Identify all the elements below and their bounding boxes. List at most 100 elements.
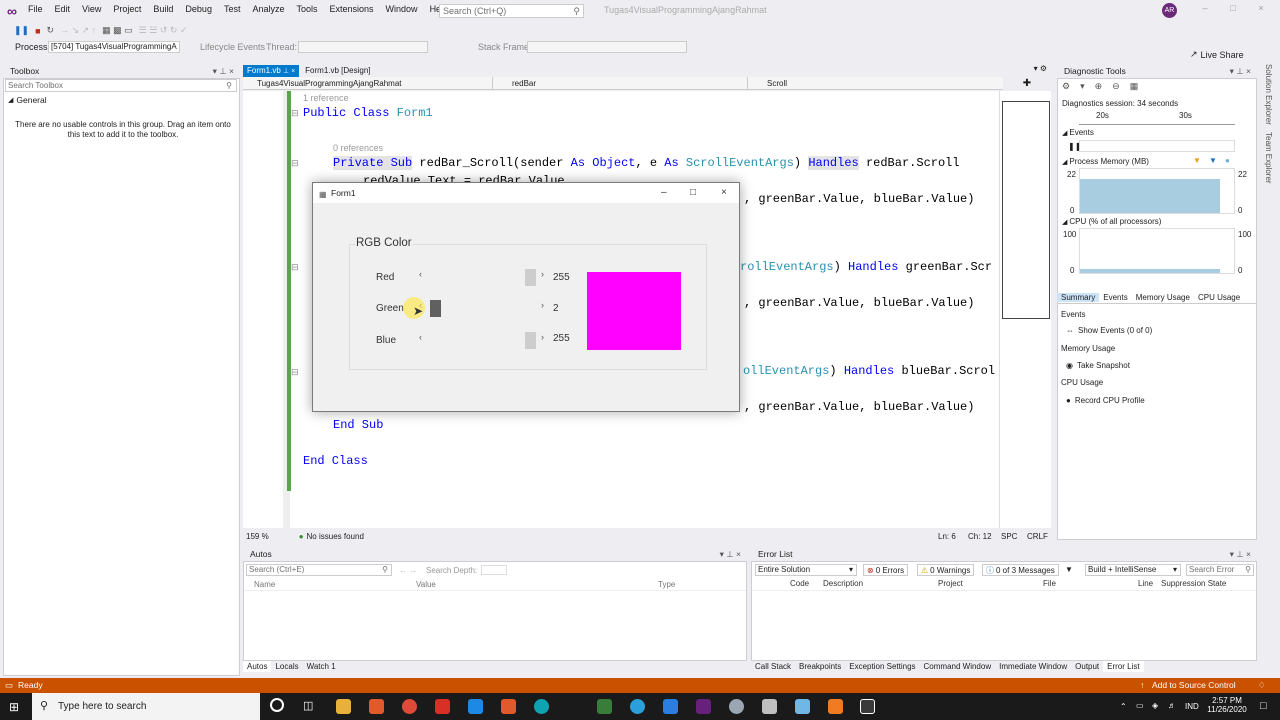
scroll-thumb[interactable]: [525, 332, 536, 349]
col-description[interactable]: Description: [823, 579, 863, 588]
memory-section[interactable]: ◢ Process Memory (MB): [1062, 157, 1149, 166]
menu-tools[interactable]: Tools: [291, 4, 324, 14]
thread-dropdown[interactable]: [298, 41, 428, 53]
col-type[interactable]: Type: [658, 580, 675, 589]
collapse-icon[interactable]: ⊟: [291, 108, 299, 119]
panel-pin-close-icons[interactable]: ▾ ⊥ ×: [213, 64, 234, 78]
collapse-icon[interactable]: ⊟: [291, 262, 299, 273]
tab-immediate-window[interactable]: Immediate Window: [995, 661, 1071, 672]
menu-analyze[interactable]: Analyze: [246, 4, 290, 14]
collapse-icon[interactable]: ⊟: [291, 367, 299, 378]
language-indicator[interactable]: IND: [1185, 702, 1199, 711]
edge-icon[interactable]: [534, 699, 549, 714]
stop-icon[interactable]: ■: [35, 26, 40, 36]
tool-icons[interactable]: ▦ ▩ ▭: [102, 25, 133, 36]
col-file[interactable]: File: [1043, 579, 1056, 588]
quick-search-input[interactable]: Search (Ctrl+Q) ⚲: [439, 4, 584, 18]
timeline-ruler[interactable]: 20s 30s: [1079, 111, 1235, 125]
menu-file[interactable]: File: [22, 4, 49, 14]
pin-close-icons[interactable]: ⊥ ×: [283, 68, 295, 75]
cpu-section[interactable]: ◢ CPU (% of all processors): [1062, 217, 1161, 226]
wifi-icon[interactable]: ◈: [1152, 701, 1158, 710]
menu-window[interactable]: Window: [380, 4, 424, 14]
tab-overflow-icon[interactable]: ▾ ⚙: [1034, 64, 1047, 73]
notifications-icon[interactable]: ♢: [1258, 678, 1266, 693]
indent-mode[interactable]: SPC: [1001, 532, 1017, 541]
minimize-icon[interactable]: –: [1198, 3, 1212, 13]
app-icon[interactable]: [501, 699, 516, 714]
settings-gear-icon[interactable]: ⚙: [1062, 81, 1070, 92]
maximize-icon[interactable]: □: [1226, 3, 1240, 13]
menu-edit[interactable]: Edit: [49, 4, 77, 14]
tab-memory-usage[interactable]: Memory Usage: [1132, 293, 1194, 302]
menu-debug[interactable]: Debug: [179, 4, 218, 14]
col-project[interactable]: Project: [938, 579, 963, 588]
project-dropdown[interactable]: Tugas4VisualProgrammingAjangRahmat: [243, 77, 493, 90]
col-code[interactable]: Code: [790, 579, 809, 588]
chevron-right-icon[interactable]: ›: [541, 269, 544, 279]
errors-filter-button[interactable]: ⊗ 0 Errors: [863, 564, 909, 576]
step-icons[interactable]: → ↘ ↗ ↑: [60, 25, 96, 36]
event-dropdown[interactable]: Scroll: [753, 77, 1003, 90]
warnings-filter-button[interactable]: ⚠ 0 Warnings: [917, 564, 975, 576]
lifecycle-events-button[interactable]: Lifecycle Events: [200, 42, 265, 52]
zoom-in-icon[interactable]: ⊕: [1095, 81, 1103, 92]
blue-scrollbar[interactable]: ‹ ›: [415, 332, 548, 349]
windows-start-icon[interactable]: ⊞: [9, 700, 19, 714]
menu-extensions[interactable]: Extensions: [324, 4, 380, 14]
search-depth-dropdown[interactable]: [481, 565, 507, 575]
action-center-icon[interactable]: □: [1260, 700, 1267, 712]
visual-studio-icon[interactable]: [696, 699, 711, 714]
clock[interactable]: 2:57 PM 11/26/2020: [1206, 696, 1248, 714]
app-icon[interactable]: [762, 699, 777, 714]
tab-cpu-usage[interactable]: CPU Usage: [1194, 293, 1244, 302]
avatar[interactable]: AR: [1162, 3, 1177, 18]
tab-call-stack[interactable]: Call Stack: [751, 661, 795, 672]
minimap-viewport[interactable]: [1002, 101, 1050, 319]
panel-pin-close-icons[interactable]: ▾ ⊥ ×: [1230, 64, 1251, 78]
line-endings[interactable]: CRLF: [1027, 532, 1048, 541]
app-icon[interactable]: [597, 699, 612, 714]
tab-form1-vb[interactable]: Form1.vb ⊥ ×: [243, 64, 300, 77]
nav-arrows-icon[interactable]: ← →: [399, 566, 417, 575]
process-dropdown[interactable]: [5704] Tugas4VisualProgrammingA: [48, 41, 180, 53]
filter-icon[interactable]: ▼: [1065, 565, 1073, 574]
file-explorer-icon[interactable]: [336, 699, 351, 714]
zoom-out-icon[interactable]: ⊖: [1112, 81, 1120, 92]
menu-test[interactable]: Test: [218, 4, 247, 14]
battery-icon[interactable]: ▭: [1136, 701, 1144, 710]
form1-app-icon[interactable]: [860, 699, 875, 714]
col-line[interactable]: Line: [1138, 579, 1153, 588]
split-editor-icon[interactable]: ✚: [1003, 77, 1051, 90]
tab-exception-settings[interactable]: Exception Settings: [845, 661, 919, 672]
select-tools-icon[interactable]: ▾: [1080, 81, 1085, 92]
app-icon[interactable]: [828, 699, 843, 714]
record-cpu-button[interactable]: ● Record CPU Profile: [1066, 396, 1145, 405]
tab-error-list[interactable]: Error List: [1103, 661, 1144, 672]
tab-team-explorer[interactable]: Team Explorer: [1264, 132, 1273, 184]
col-name[interactable]: Name: [254, 580, 275, 589]
tab-events[interactable]: Events: [1099, 293, 1131, 302]
pause-icon[interactable]: ❚❚: [14, 25, 29, 36]
maximize-icon[interactable]: □: [690, 183, 696, 203]
scroll-thumb[interactable]: [429, 300, 441, 317]
collapse-icon[interactable]: ⊟: [291, 158, 299, 169]
tab-form1-design[interactable]: Form1.vb [Design]: [301, 65, 374, 77]
cortana-icon[interactable]: [270, 698, 284, 712]
menu-build[interactable]: Build: [147, 4, 179, 14]
green-scrollbar[interactable]: ‹ ›: [415, 300, 548, 317]
tray-chevron-icon[interactable]: ⌃: [1120, 702, 1127, 711]
comment-icons[interactable]: ☰ ☱ ↺ ↻ ✓: [139, 25, 188, 36]
panel-pin-close-icons[interactable]: ▾ ⊥ ×: [720, 547, 741, 561]
scroll-track[interactable]: [429, 300, 536, 317]
tab-output[interactable]: Output: [1071, 661, 1103, 672]
app-icon[interactable]: [729, 699, 744, 714]
app-icon[interactable]: [369, 699, 384, 714]
tab-solution-explorer[interactable]: Solution Explorer: [1264, 64, 1273, 125]
codelens-references[interactable]: 0 references: [333, 143, 383, 153]
menu-project[interactable]: Project: [107, 4, 147, 14]
error-search-input[interactable]: Search Error ⚲: [1186, 564, 1254, 576]
messages-filter-button[interactable]: ⓘ 0 of 3 Messages: [982, 564, 1059, 576]
red-scrollbar[interactable]: ‹ ›: [415, 269, 548, 286]
events-section[interactable]: ◢ Events: [1062, 128, 1094, 137]
